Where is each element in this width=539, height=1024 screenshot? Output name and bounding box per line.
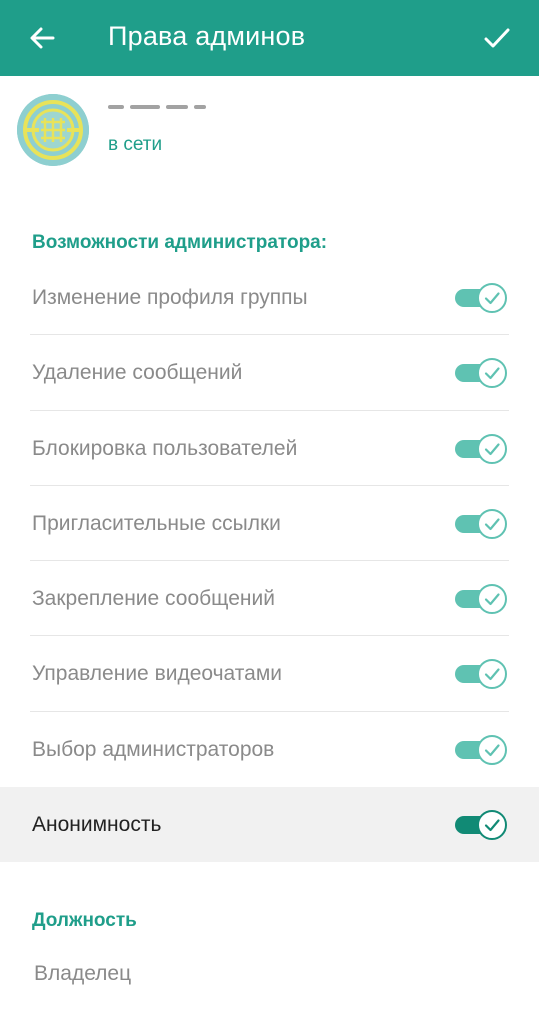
permission-row[interactable]: Блокировка пользователей <box>0 411 539 486</box>
check-icon <box>484 819 500 832</box>
group-name-redacted <box>108 98 228 116</box>
position-value[interactable]: Владелец <box>34 962 131 986</box>
permission-toggle[interactable] <box>455 659 507 690</box>
permission-toggle[interactable] <box>455 584 507 615</box>
permission-row[interactable]: Закрепление сообщений <box>0 561 539 637</box>
permission-label: Удаление сообщений <box>32 361 243 385</box>
check-icon <box>484 668 500 681</box>
permission-row[interactable]: Анонимность <box>0 787 539 863</box>
toggle-thumb <box>477 433 507 464</box>
app-bar: Права админов <box>0 0 539 76</box>
permission-row[interactable]: Удаление сообщений <box>0 335 539 411</box>
position-header: Должность <box>32 910 137 931</box>
admin-rights-header: Возможности администратора: <box>32 232 328 253</box>
toggle-thumb <box>477 283 507 313</box>
group-profile: в сети <box>0 76 539 196</box>
check-icon <box>484 744 500 756</box>
arrow-left-icon <box>30 27 55 49</box>
permission-label: Анонимность <box>32 813 162 837</box>
back-button[interactable] <box>22 18 62 58</box>
permission-label: Закрепление сообщений <box>32 587 275 611</box>
permissions-list: Изменение профиля группы Удаление сообщен… <box>0 260 539 863</box>
permission-toggle[interactable] <box>455 810 507 841</box>
save-button[interactable] <box>477 18 517 58</box>
toggle-thumb <box>477 659 507 690</box>
permission-row[interactable]: Выбор администраторов <box>0 712 539 787</box>
toggle-thumb <box>477 508 507 539</box>
check-icon <box>484 367 500 380</box>
check-icon <box>484 442 500 455</box>
permission-row[interactable]: Изменение профиля группы <box>0 260 539 336</box>
check-icon <box>484 518 500 530</box>
page-title: Права админов <box>108 21 306 51</box>
permission-toggle[interactable] <box>455 358 507 389</box>
permission-label: Пригласительные ссылки <box>32 511 281 535</box>
check-icon <box>484 593 500 606</box>
permission-toggle[interactable] <box>455 433 507 464</box>
permission-row[interactable]: Пригласительные ссылки <box>0 486 539 562</box>
permission-label: Управление видеочатами <box>32 662 283 686</box>
avatar[interactable] <box>17 94 89 166</box>
permission-label: Выбор администраторов <box>32 737 275 761</box>
online-status: в сети <box>108 134 163 155</box>
check-icon <box>484 292 500 305</box>
permission-label: Изменение профиля группы <box>32 286 308 309</box>
toggle-thumb <box>477 584 507 615</box>
toggle-thumb <box>477 810 507 841</box>
permission-toggle[interactable] <box>455 508 507 539</box>
permission-row[interactable]: Управление видеочатами <box>0 636 539 712</box>
toggle-thumb <box>477 358 507 389</box>
permission-toggle[interactable] <box>455 734 507 765</box>
permission-label: Блокировка пользователей <box>32 436 298 460</box>
toggle-thumb <box>477 734 507 765</box>
group-logo-icon <box>17 94 89 166</box>
permission-toggle[interactable] <box>455 283 507 313</box>
check-icon <box>484 28 510 48</box>
